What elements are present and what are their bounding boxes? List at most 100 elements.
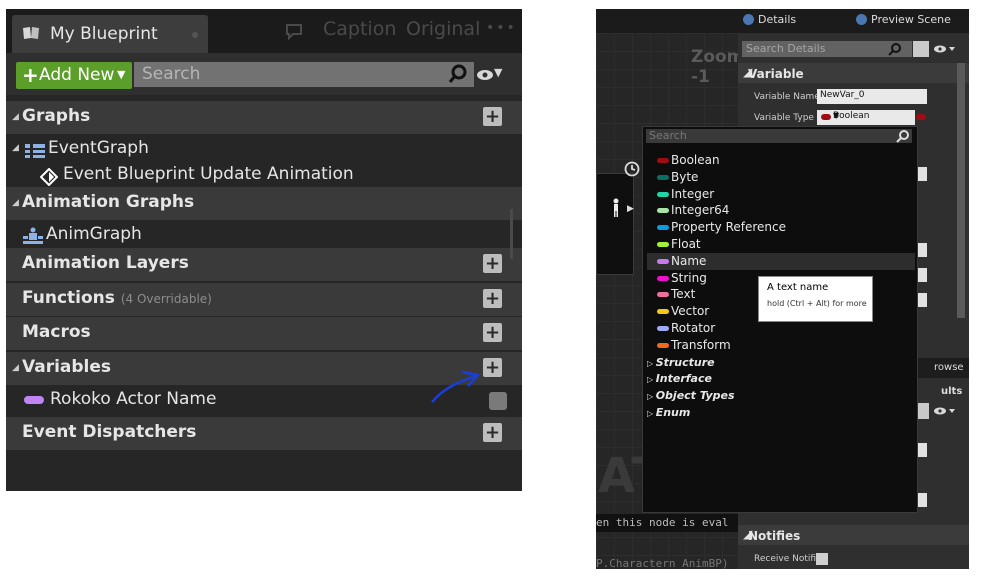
- type-category-interface[interactable]: ▷ Interface: [647, 372, 712, 385]
- blueprint-search-input[interactable]: Search: [134, 62, 474, 87]
- section-event-dispatchers[interactable]: Event Dispatchers +: [6, 417, 522, 450]
- tab-my-blueprint[interactable]: My Blueprint: [12, 15, 208, 53]
- type-search-input[interactable]: Search: [646, 129, 912, 143]
- tooltip-hint: hold (Ctrl + Alt) for more: [767, 299, 867, 308]
- functions-label: Functions: [22, 288, 115, 308]
- type-category-label: Interface: [655, 372, 712, 386]
- collapsed-arrow-icon: ▷: [647, 375, 656, 385]
- type-category-enum[interactable]: ▷ Enum: [647, 406, 690, 419]
- scrollbar[interactable]: [510, 209, 513, 259]
- type-option-label: Transform: [671, 337, 731, 352]
- expanded-arrow-icon[interactable]: ◢: [12, 363, 19, 373]
- search-placeholder: Search: [142, 64, 201, 84]
- type-pill-icon: [657, 326, 669, 331]
- tab-details[interactable]: Details: [743, 13, 796, 26]
- type-option-byte[interactable]: Byte: [647, 169, 915, 186]
- details-search-input[interactable]: Search Details: [742, 41, 912, 57]
- type-option-label: Text: [671, 287, 696, 302]
- type-option-label: String: [671, 270, 707, 285]
- tab-label: Details: [758, 13, 797, 26]
- expanded-arrow-icon[interactable]: ◢: [12, 112, 19, 122]
- section-label: Animation Graphs: [22, 192, 195, 212]
- add-macro-button[interactable]: +: [483, 323, 502, 342]
- add-function-button[interactable]: +: [483, 289, 502, 308]
- partial-tab-label[interactable]: rowse: [934, 362, 964, 373]
- type-option-boolean[interactable]: Boolean: [647, 152, 915, 169]
- add-new-button[interactable]: + Add New ▼: [16, 62, 132, 89]
- type-category-object-types[interactable]: ▷ Object Types: [647, 389, 735, 402]
- panel-tab-bar: My Blueprint Caption Original •••: [6, 9, 522, 53]
- type-pill-icon: [657, 292, 669, 298]
- search-icon[interactable]: [896, 129, 910, 143]
- chevron-down-icon: ▼: [117, 68, 126, 81]
- add-animation-layer-button[interactable]: +: [483, 254, 502, 273]
- section-animation-graphs[interactable]: ◢ Animation Graphs: [6, 187, 522, 220]
- type-pill-icon: [657, 208, 669, 214]
- expanded-arrow-icon[interactable]: ◢: [12, 198, 19, 208]
- add-graph-button[interactable]: +: [483, 107, 502, 126]
- tab-original[interactable]: Original: [406, 18, 480, 40]
- visibility-eye-icon[interactable]: [489, 392, 507, 410]
- scrollbar[interactable]: [957, 63, 965, 318]
- eye-icon[interactable]: [934, 407, 956, 415]
- chevron-down-icon: ▼: [494, 66, 503, 79]
- section-label: Graphs: [22, 106, 91, 126]
- search-icon[interactable]: [888, 42, 902, 56]
- section-label: Functions (4 Overridable): [22, 288, 212, 308]
- blueprint-toolbar: + Add New ▼ Search ▼: [6, 53, 522, 95]
- collapsed-arrow-icon: ▷: [647, 409, 656, 418]
- type-option-integer[interactable]: Integer: [647, 186, 915, 203]
- close-icon[interactable]: [192, 32, 198, 38]
- graph-node[interactable]: ▶: [596, 173, 634, 275]
- view-options-button[interactable]: ▼: [477, 66, 503, 83]
- tab-caption[interactable]: Caption: [323, 18, 396, 40]
- section-animation-layers[interactable]: Animation Layers +: [6, 248, 522, 281]
- type-option-label: Byte: [671, 169, 699, 184]
- type-option-rotator[interactable]: Rotator: [647, 320, 915, 337]
- item-label: AnimGraph: [46, 224, 142, 244]
- section-graphs[interactable]: ◢ Graphs +: [6, 101, 522, 134]
- type-option-name[interactable]: Name: [647, 252, 915, 270]
- comment-icon[interactable]: [285, 23, 303, 40]
- type-option-property-reference[interactable]: Property Reference: [647, 219, 915, 236]
- event-diamond-icon: [40, 168, 58, 186]
- variable-section-label: Variable: [748, 67, 804, 81]
- section-variable[interactable]: ◢ Variable: [738, 63, 969, 83]
- tab-preview-scene[interactable]: Preview Scene: [856, 13, 951, 26]
- type-category-label: Enum: [655, 406, 691, 419]
- type-pill-icon: [657, 275, 669, 281]
- info-icon: [743, 14, 754, 25]
- notifies-section-label: Notifies: [748, 529, 801, 543]
- variable-type-pill-icon: [24, 396, 44, 404]
- section-label: Animation Layers: [22, 253, 189, 273]
- expanded-arrow-icon[interactable]: ◢: [12, 143, 19, 153]
- type-option-float[interactable]: Float: [647, 236, 915, 253]
- partial-results-label: ults: [941, 386, 963, 397]
- tooltip: A text name hold (Ctrl + Alt) for more: [758, 276, 873, 322]
- exec-pin-icon[interactable]: ▶: [627, 204, 634, 214]
- item-label: EventGraph: [48, 138, 149, 158]
- search-icon[interactable]: [448, 64, 468, 84]
- type-category-structure[interactable]: ▷ Structure: [647, 356, 715, 369]
- variable-name-field[interactable]: NewVar_0: [817, 89, 927, 104]
- variable-type-dropdown[interactable]: Boolean ▼: [817, 110, 915, 125]
- item-label: Rokoko Actor Name: [50, 389, 217, 409]
- type-option-transform[interactable]: Transform: [647, 337, 915, 354]
- receive-notify-checkbox[interactable]: [816, 553, 828, 565]
- search-placeholder: Search: [649, 129, 687, 142]
- add-event-dispatcher-button[interactable]: +: [483, 423, 502, 442]
- overridable-count: (4 Overridable): [120, 292, 212, 306]
- eye-icon[interactable]: [934, 45, 956, 53]
- section-notifies[interactable]: ◢ Notifies: [738, 525, 969, 545]
- section-functions[interactable]: Functions (4 Overridable) +: [6, 283, 522, 316]
- type-pill-icon: [657, 158, 669, 163]
- type-option-label: Rotator: [671, 321, 716, 335]
- section-label: Event Dispatchers: [22, 422, 197, 442]
- section-macros[interactable]: Macros +: [6, 317, 522, 350]
- more-icon[interactable]: •••: [486, 20, 517, 36]
- container-type-icon[interactable]: [916, 114, 926, 120]
- anim-bp-text: P.Charactern_AnimBP): [596, 557, 729, 569]
- property-matrix-icon[interactable]: [913, 41, 929, 57]
- tab-label: Preview Scene: [871, 13, 951, 26]
- type-option-integer64[interactable]: Integer64: [647, 202, 915, 219]
